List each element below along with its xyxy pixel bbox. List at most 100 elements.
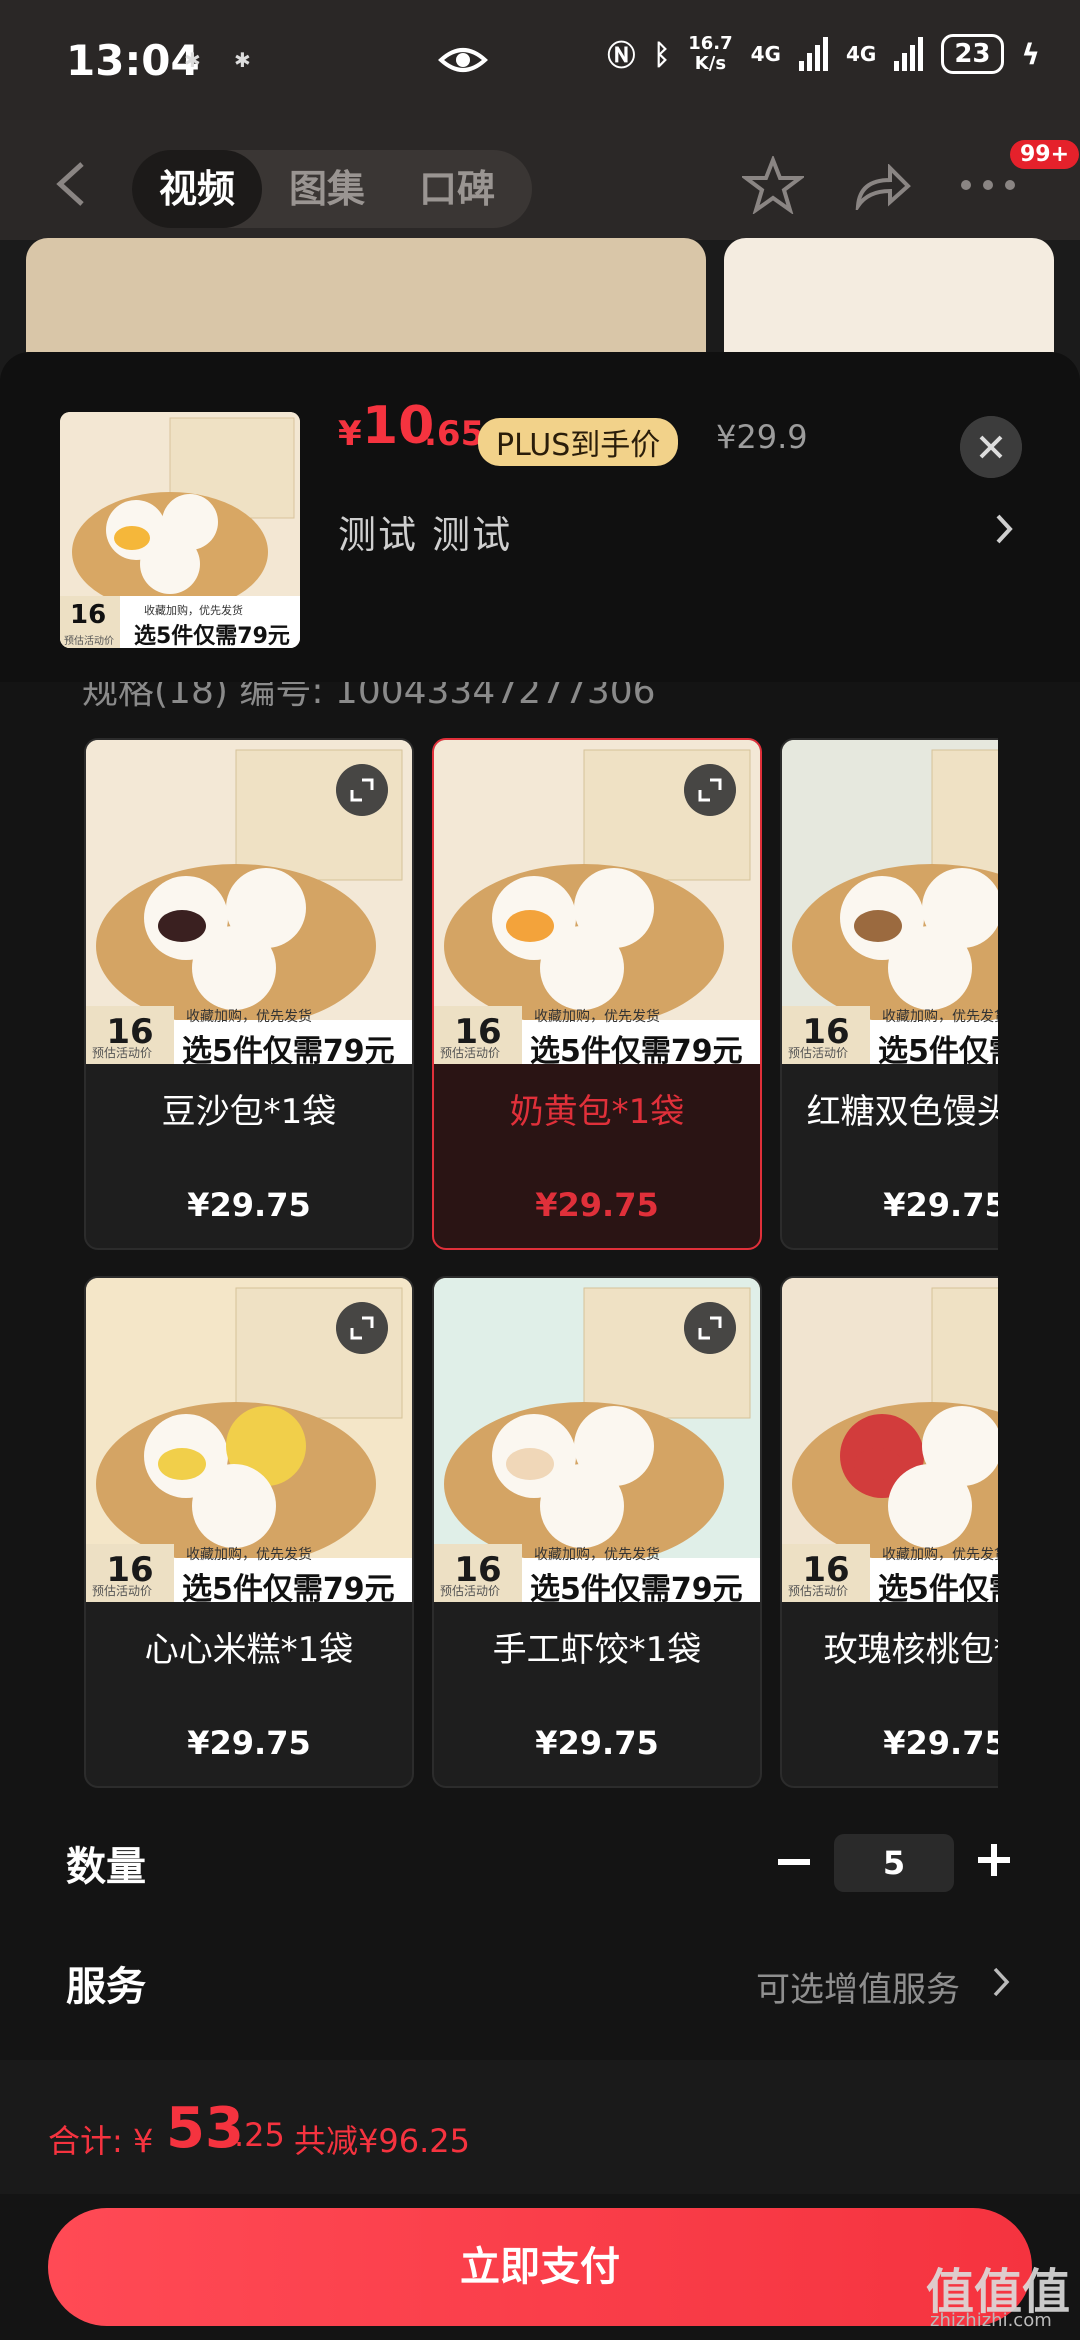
spec-option-price: ¥29.75 xyxy=(187,1724,311,1762)
original-price: ¥29.9 xyxy=(716,418,808,456)
promo-deal: 选5件仅需79元 xyxy=(530,1034,743,1069)
pay-now-button[interactable]: 立即支付 xyxy=(48,2208,1032,2326)
bluetooth-icon: ᛒ xyxy=(653,37,671,71)
promo-deal: 选5件仅需79元 xyxy=(878,1572,998,1607)
spec-option-card[interactable]: 16预估活动价收藏加购，优先发货选5件仅需79元玫瑰核桃包*1袋 ¥29.75 xyxy=(780,1276,998,1788)
promo-deal: 选5件仅需79元 xyxy=(878,1034,998,1069)
promo-number: 16 预估活动价 xyxy=(434,1006,522,1064)
promo-number: 16 预估活动价 xyxy=(86,1006,174,1064)
spec-option-card[interactable]: 16 预估活动价 收藏加购，优先发货选5件仅需79元手工虾饺*1袋 ¥29.75 xyxy=(432,1276,762,1788)
thumb-promo-small: 预估活动价 xyxy=(64,636,114,647)
status-bar: 13:04 ✱ ✱ Ⓝ ᛒ 16.7 K/s 4G 4G 23 ϟ xyxy=(0,0,1080,120)
promo-number: 16 预估活动价 xyxy=(434,1544,522,1602)
spec-grid: 16预估活动价收藏加购，优先发货选5件仅需79元玫瑰核桃包*1袋¥29.7516… xyxy=(84,738,998,1798)
spec-selection-sheet: 16 预估活动价 收藏加购，优先发货 选5件仅需79元 ¥ 10 .65 PLU… xyxy=(0,352,1080,2340)
price-decimal: .65 xyxy=(424,414,485,454)
promo-strip: 16预估活动价收藏加购，优先发货选5件仅需79元 xyxy=(434,1006,760,1069)
plus-price-tag: PLUS到手价 xyxy=(478,418,679,466)
spec-option-name: 玫瑰核桃包*1袋 xyxy=(823,1630,998,1670)
spec-option-card[interactable]: 16 预估活动价 收藏加购，优先发货选5件仅需79元心心米糕*1袋 ¥29.75 xyxy=(84,1276,414,1788)
nfc-icon: Ⓝ xyxy=(607,39,636,72)
promo-strip: 16预估活动价收藏加购，优先发货选5件仅需79元 xyxy=(782,1544,998,1607)
status-time: 13:04 xyxy=(66,36,200,85)
spec-option-price: ¥29.75 xyxy=(883,1724,998,1762)
promo-topline: 收藏加购，优先发货 xyxy=(186,1009,312,1025)
promo-topline: 收藏加购，优先发货 xyxy=(534,1547,660,1563)
media-tabs: 视频 图集 口碑 xyxy=(132,150,532,228)
expand-icon[interactable] xyxy=(336,764,388,816)
spec-grid-inner: 16预估活动价收藏加购，优先发货选5件仅需79元玫瑰核桃包*1袋¥29.7516… xyxy=(84,738,998,1788)
promo-number: 16 预估活动价 xyxy=(782,1006,870,1064)
star-icon[interactable] xyxy=(742,156,804,214)
thumb-promo-topline: 收藏加购，优先发货 xyxy=(144,604,243,617)
spec-option-price: ¥29.75 xyxy=(535,1724,659,1762)
net-speed: 16.7 K/s xyxy=(688,33,733,74)
product-thumbnail[interactable]: 16 预估活动价 收藏加购，优先发货 选5件仅需79元 xyxy=(60,412,300,648)
back-arrow-icon[interactable] xyxy=(52,160,88,208)
total-bar: 合计: ¥ 53 .25 共减¥96.25 xyxy=(0,2060,1080,2194)
eye-icon xyxy=(438,48,488,72)
promo-strip: 16预估活动价收藏加购，优先发货选5件仅需79元 xyxy=(434,1544,760,1607)
promo-number: 16 预估活动价 xyxy=(86,1544,174,1602)
thumb-promo-deal: 选5件仅需79元 xyxy=(134,624,290,648)
spec-option-card[interactable]: 16预估活动价收藏加购，优先发货选5件仅需79元红糖双色馒头*1袋 ¥29.75 xyxy=(780,738,998,1250)
selected-spec-text[interactable]: 测试 测试 xyxy=(338,504,512,559)
expand-icon[interactable] xyxy=(336,1302,388,1354)
network-type-2: 4G xyxy=(845,42,877,66)
minus-icon[interactable] xyxy=(776,1844,812,1880)
chevron-right-icon[interactable] xyxy=(992,1966,1010,1998)
share-icon[interactable] xyxy=(852,164,912,210)
status-indicators: Ⓝ ᛒ 16.7 K/s 4G 4G 23 ϟ xyxy=(607,34,1040,74)
promo-topline: 收藏加购，优先发货 xyxy=(186,1547,312,1563)
total-label: 合计: ¥ xyxy=(48,2122,154,2160)
tab-gallery[interactable]: 图集 xyxy=(262,150,392,228)
page-header: 视频 图集 口碑 99+ xyxy=(0,120,1080,240)
watermark-url: zhizhizhi.com xyxy=(930,2310,1052,2331)
network-type-1: 4G xyxy=(750,42,781,66)
spec-option-name: 心心米糕*1袋 xyxy=(144,1630,354,1670)
spec-option-price: ¥29.75 xyxy=(187,1186,311,1224)
expand-icon[interactable] xyxy=(684,764,736,816)
product-summary: 16 预估活动价 收藏加购，优先发货 选5件仅需79元 ¥ 10 .65 PLU… xyxy=(0,352,1080,682)
promo-strip: 16预估活动价收藏加购，优先发货选5件仅需79元 xyxy=(86,1544,412,1607)
expand-icon[interactable] xyxy=(684,1302,736,1354)
notification-badge: 99+ xyxy=(1010,140,1080,169)
spec-option-price: ¥29.75 xyxy=(535,1186,659,1224)
battery-indicator: 23 xyxy=(941,34,1004,74)
promo-topline: 收藏加购，优先发货 xyxy=(882,1547,998,1563)
spec-option-name: 红糖双色馒头*1袋 xyxy=(806,1092,998,1132)
notification-icon-2: ✱ xyxy=(234,48,251,72)
price-currency: ¥ xyxy=(338,414,362,454)
spec-option-card[interactable]: 16 预估活动价 收藏加购，优先发货选5件仅需79元豆沙包*1袋 ¥29.75 xyxy=(84,738,414,1250)
spec-option-name: 奶黄包*1袋 xyxy=(509,1092,685,1132)
service-label: 服务 xyxy=(66,1964,146,2010)
promo-strip: 16预估活动价收藏加购，优先发货选5件仅需79元 xyxy=(782,1006,998,1069)
promo-deal: 选5件仅需79元 xyxy=(182,1572,395,1607)
thumb-promo-number: 16 xyxy=(70,600,107,630)
quantity-label: 数量 xyxy=(66,1844,146,1890)
signal-icon-2 xyxy=(894,37,924,71)
signal-icon xyxy=(798,37,828,71)
total-saved: 共减¥96.25 xyxy=(294,2122,470,2160)
spec-option-card[interactable]: 16 预估活动价 收藏加购，优先发货选5件仅需79元奶黄包*1袋 ¥29.75 xyxy=(432,738,762,1250)
spec-option-name: 豆沙包*1袋 xyxy=(161,1092,337,1132)
promo-deal: 选5件仅需79元 xyxy=(182,1034,395,1069)
total-integer: 53 xyxy=(166,2096,244,2161)
charging-icon: ϟ xyxy=(1021,37,1040,71)
tab-video[interactable]: 视频 xyxy=(132,150,262,228)
quantity-stepper[interactable]: 5 xyxy=(834,1834,954,1892)
close-icon[interactable] xyxy=(960,416,1022,478)
total-decimal: .25 xyxy=(234,2116,285,2154)
tab-reviews[interactable]: 口碑 xyxy=(392,150,522,228)
notification-icon: ✱ xyxy=(184,48,201,72)
service-hint[interactable]: 可选增值服务 xyxy=(756,1962,960,2011)
promo-topline: 收藏加购，优先发货 xyxy=(534,1009,660,1025)
plus-icon[interactable] xyxy=(976,1842,1012,1878)
chevron-right-icon[interactable] xyxy=(994,512,1014,546)
spec-option-price: ¥29.75 xyxy=(883,1186,998,1224)
more-icon[interactable] xyxy=(958,178,1018,192)
promo-topline: 收藏加购，优先发货 xyxy=(882,1009,998,1025)
promo-number: 16 预估活动价 xyxy=(782,1544,870,1602)
promo-deal: 选5件仅需79元 xyxy=(530,1572,743,1607)
spec-option-name: 手工虾饺*1袋 xyxy=(492,1630,702,1670)
